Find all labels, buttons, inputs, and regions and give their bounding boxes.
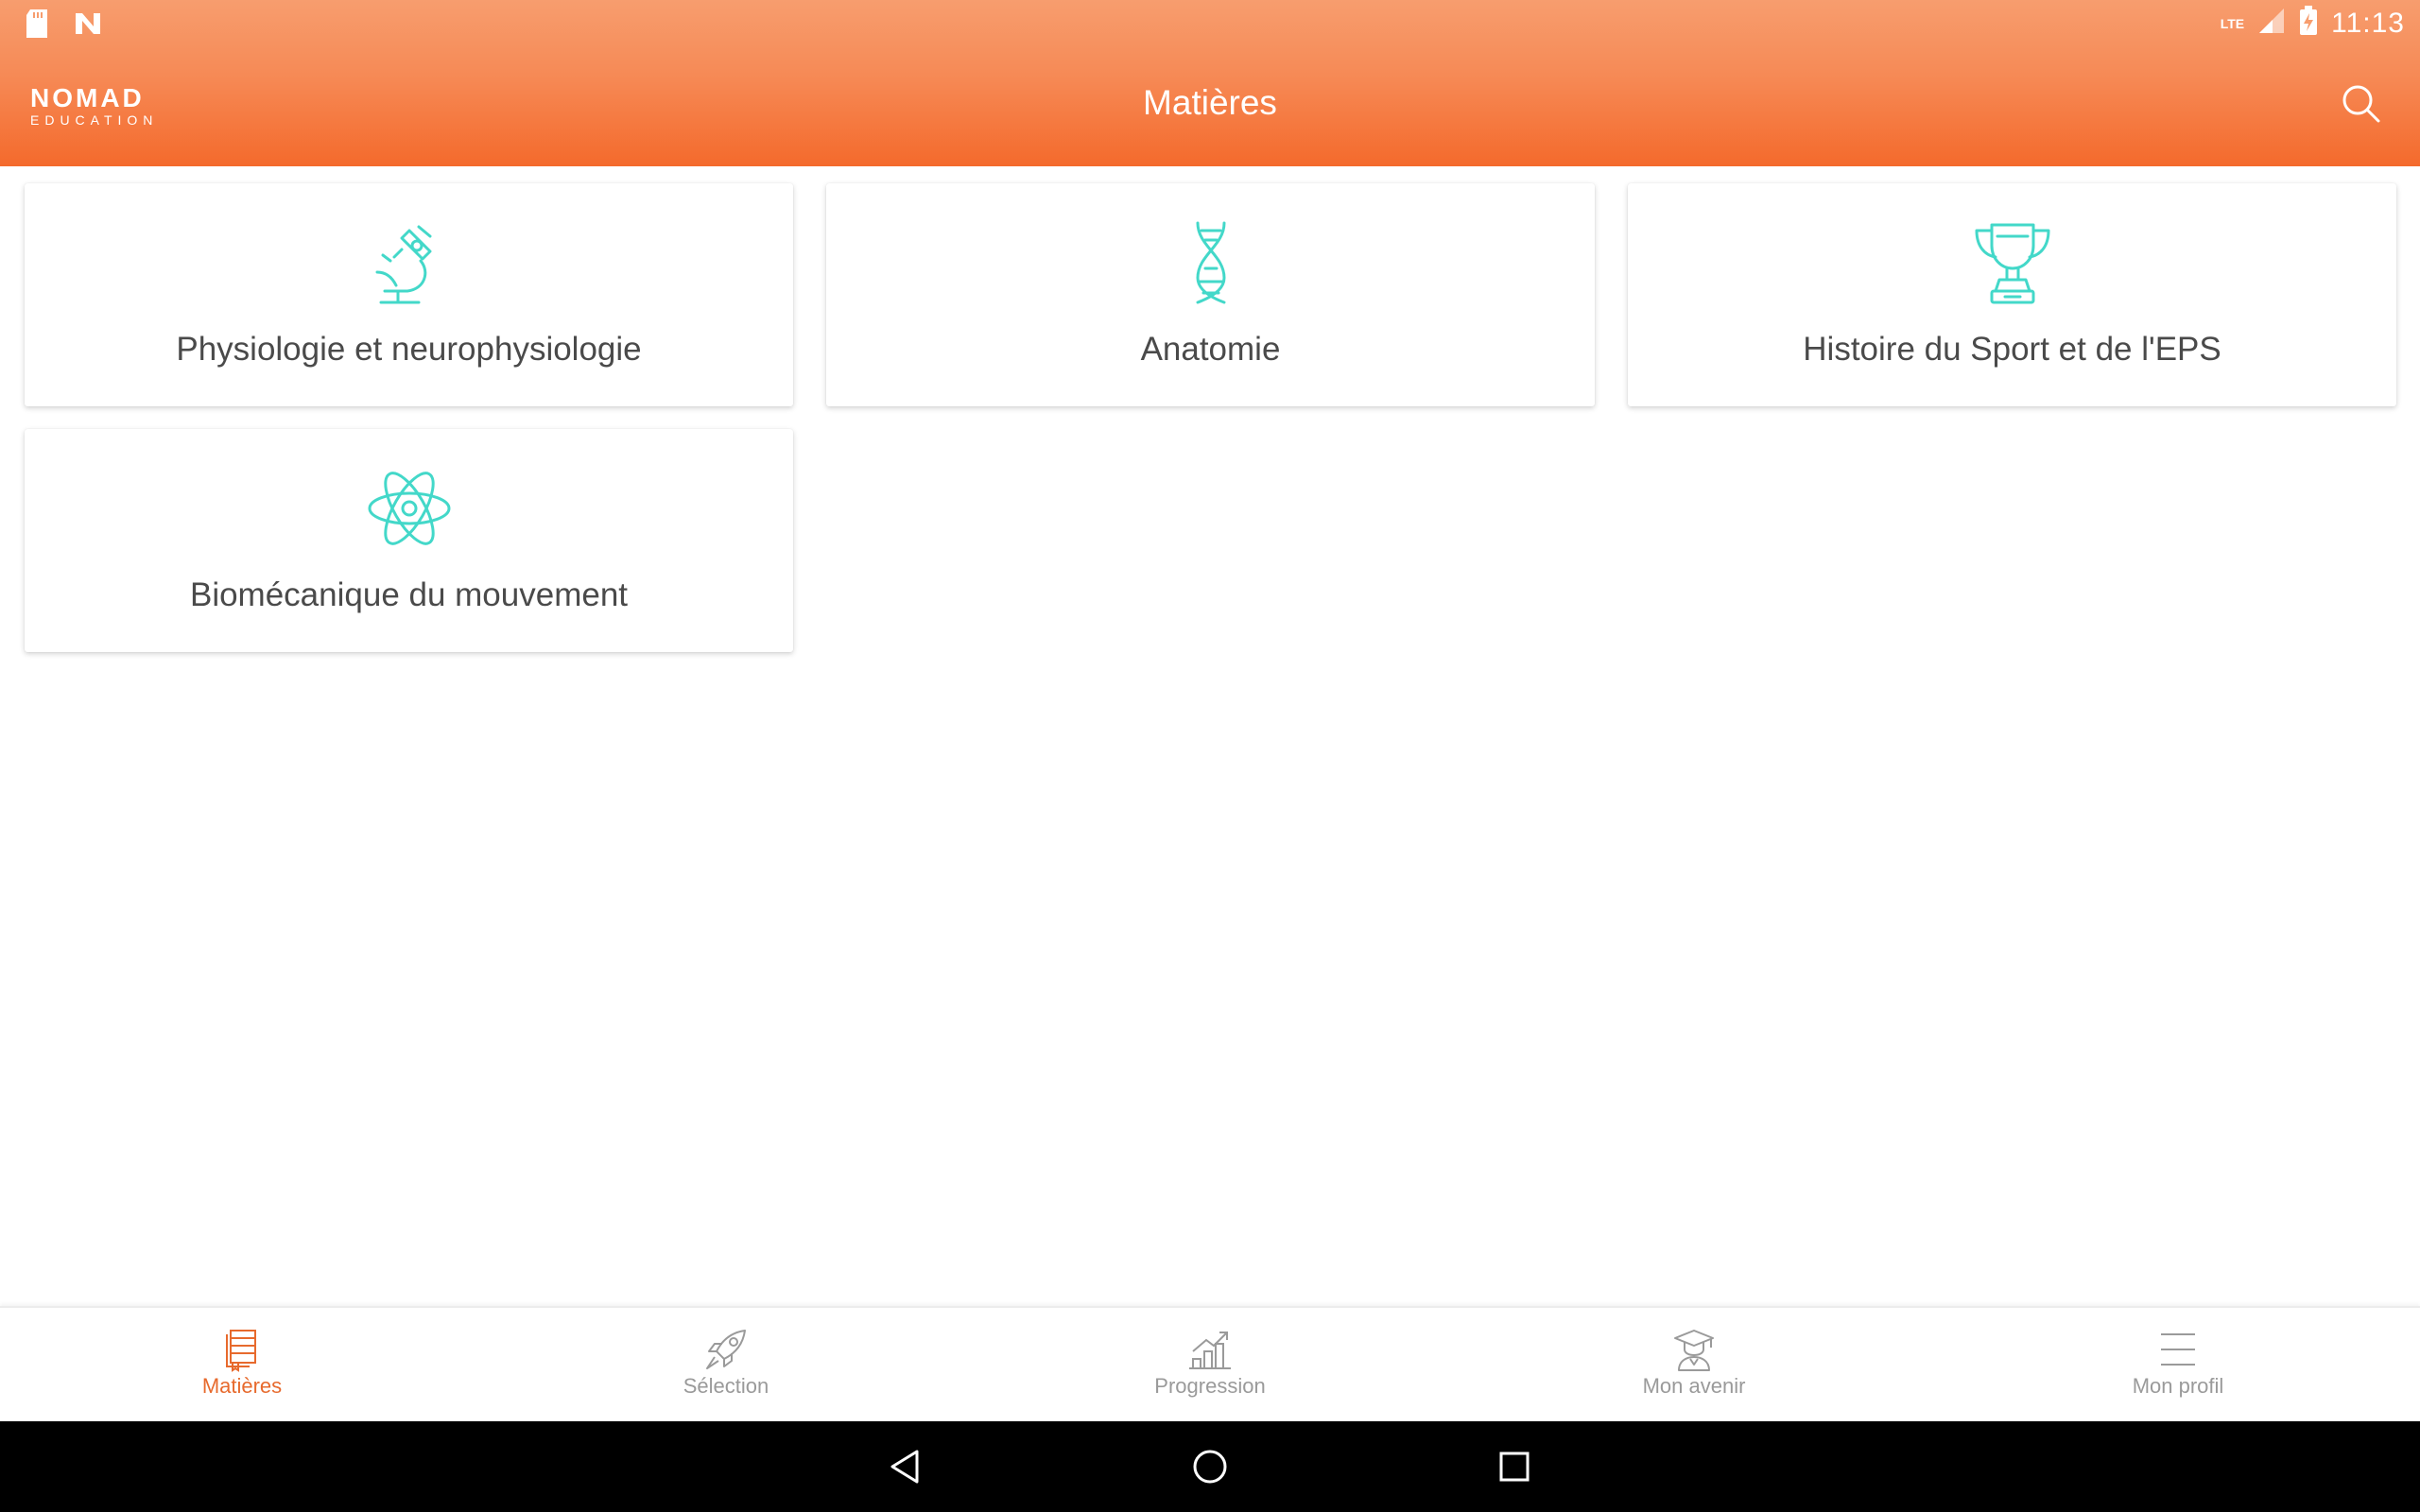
subject-label: Biomécanique du mouvement (189, 576, 629, 613)
notebook-icon (226, 1330, 256, 1372)
subject-card-histoire-sport[interactable]: Histoire du Sport et de l'EPS (1628, 183, 2396, 406)
atom-icon (368, 472, 450, 545)
subject-label: Anatomie (1140, 331, 1281, 368)
header-gradient: LTE 11:13 NOMAD EDUCATION Matières (0, 0, 2420, 166)
system-navigation-bar (0, 1421, 2420, 1512)
menu-icon (2161, 1333, 2195, 1366)
status-bar: LTE 11:13 (0, 0, 2420, 45)
subject-card-anatomie[interactable]: Anatomie (826, 183, 1595, 406)
nav-tab-selection[interactable]: Sélection (484, 1308, 968, 1423)
page-title: Matières (1143, 83, 1277, 122)
status-time: 11:13 (2331, 7, 2405, 39)
nav-label: Mon avenir (1642, 1374, 1746, 1398)
nav-label: Sélection (683, 1374, 769, 1398)
app-bar: NOMAD EDUCATION Matières (0, 45, 2420, 166)
subject-card-biomecanique[interactable]: Biomécanique du mouvement (25, 429, 793, 652)
nav-tab-mon-profil[interactable]: Mon profil (1936, 1308, 2420, 1423)
nav-tab-matieres[interactable]: Matières (0, 1308, 484, 1423)
graduate-icon (1674, 1330, 1714, 1371)
dna-icon (1195, 221, 1226, 304)
microscope-icon (375, 225, 431, 304)
nav-label: Mon profil (2132, 1374, 2224, 1398)
subject-label: Physiologie et neurophysiologie (176, 331, 642, 368)
sd-card-icon (25, 9, 49, 43)
search-button[interactable] (2341, 83, 2382, 125)
search-icon (2342, 85, 2380, 123)
bottom-navigation: Matières Sélection Progression Mon aveni… (0, 1306, 2420, 1421)
back-icon[interactable] (885, 1446, 926, 1487)
nav-label: Matières (201, 1374, 283, 1398)
signal-icon (2257, 7, 2286, 40)
chart-icon (1189, 1332, 1231, 1369)
subject-card-physiologie[interactable]: Physiologie et neurophysiologie (25, 183, 793, 406)
recents-icon[interactable] (1494, 1446, 1535, 1487)
subject-label: Histoire du Sport et de l'EPS (1803, 331, 2221, 368)
nav-label: Progression (1154, 1374, 1266, 1398)
trophy-icon (1975, 223, 2049, 304)
nav-tab-mon-avenir[interactable]: Mon avenir (1452, 1308, 1936, 1423)
nav-tab-progression[interactable]: Progression (968, 1308, 1452, 1423)
rocket-icon (706, 1330, 746, 1369)
n-notification-icon (74, 11, 102, 41)
battery-charging-icon (2299, 6, 2318, 41)
home-icon[interactable] (1189, 1446, 1231, 1487)
network-type: LTE (2220, 15, 2245, 31)
